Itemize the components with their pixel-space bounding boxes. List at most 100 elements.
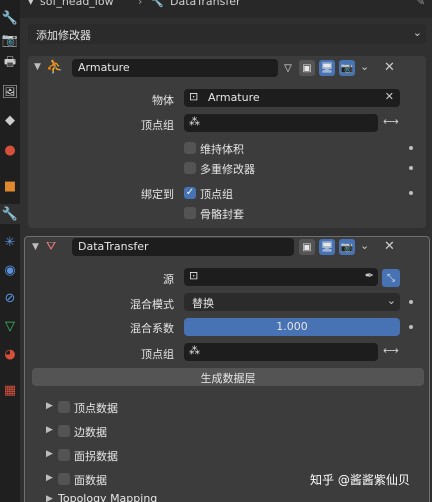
expand-triangle-icon: ▶ (46, 473, 53, 483)
mix-mode-value: 替换 (192, 297, 214, 310)
armature-object-field[interactable]: ⊡ Armature ✕ (184, 89, 400, 107)
keyframe-dot[interactable] (409, 300, 413, 304)
vertex-group-label: 顶点组 (141, 348, 174, 361)
close-icon[interactable]: ✕ (384, 239, 395, 254)
add-modifier-label: 添加修改器 (36, 29, 91, 42)
view-layer-tab-icon[interactable]: 🖼 (0, 82, 20, 102)
viewport-display-icon[interactable]: 🖥 (319, 60, 335, 76)
mix-mode-dropdown[interactable]: 替换 ⌄ (184, 293, 400, 311)
world-tab-icon[interactable]: ● (0, 140, 20, 160)
render-toggle-icon[interactable]: 📷 (339, 60, 355, 76)
keyframe-dot[interactable] (409, 146, 413, 150)
section-label: Topology Mapping (58, 494, 158, 502)
viewport-display-icon[interactable]: 🖥 (319, 239, 335, 255)
scene-tab-icon[interactable]: ◆ (0, 110, 20, 130)
expand-triangle-icon: ▶ (46, 401, 53, 411)
section-label: 面拐数据 (74, 450, 118, 463)
render-tab-icon[interactable]: 📷 (0, 30, 20, 50)
bone-envelopes-label: 骨骼封套 (200, 208, 244, 221)
render-toggle-icon[interactable]: 📷 (339, 239, 355, 255)
constraints-tab-icon[interactable]: ⊘ (0, 288, 20, 308)
watermark: 知乎 @酱酱紫仙贝 (310, 473, 410, 487)
vertex-group-label: 顶点组 (141, 119, 174, 132)
properties-tab-bar: 🔧 📷 🖶 🖼 ◆ ● ■ 🔧 ✳ ◉ ⊘ ▽ ◕ ▦ (0, 0, 20, 502)
breadcrumb-object: sof_head_low (40, 0, 114, 8)
mix-factor-value: 1.000 (276, 320, 308, 333)
source-object-field[interactable]: ⊡ ✒ (184, 268, 378, 286)
breadcrumb-modifier: DataTransfer (170, 0, 241, 8)
keyframe-dot[interactable] (409, 191, 413, 195)
pin-icon[interactable]: ✎ (416, 0, 425, 8)
output-tab-icon[interactable]: 🖶 (0, 54, 20, 74)
section-checkbox[interactable] (58, 449, 70, 461)
generate-data-layers-button[interactable]: 生成数据层 (32, 368, 424, 386)
preserve-volume-label: 维持体积 (200, 143, 244, 156)
bind-to-label: 绑定到 (141, 188, 174, 201)
texture-tab-icon[interactable]: ▦ (0, 380, 20, 400)
vertex-group-icon: ⁂ (189, 115, 200, 128)
tool-tab-icon[interactable]: 🔧 (0, 8, 20, 28)
expand-triangle-icon: ▶ (46, 425, 53, 435)
armature-name-text: Armature (78, 61, 130, 74)
invert-arrows-icon[interactable]: ⟷ (383, 115, 399, 128)
preserve-volume-checkbox[interactable] (184, 142, 196, 154)
modifier-tab-icon[interactable]: 🔧 (0, 204, 20, 224)
breadcrumb: ▾ sof_head_low › 🔧 DataTransfer ✎ (20, 0, 432, 18)
section-topology-mapping[interactable]: ▶ Topology Mapping (44, 494, 424, 502)
multi-modifier-label: 多重修改器 (200, 163, 255, 176)
vertex-edit-icon[interactable]: ▽ (280, 60, 296, 76)
object-data-icon: ⊡ (189, 269, 199, 282)
data-tab-icon[interactable]: ▽ (0, 316, 20, 336)
mix-factor-slider[interactable]: 1.000 (184, 318, 400, 336)
keyframe-dot[interactable] (409, 325, 413, 329)
generate-data-layers-label: 生成数据层 (200, 372, 256, 385)
object-label: 物体 (152, 94, 174, 107)
vertex-group-field[interactable]: ⁂ (184, 114, 378, 132)
mix-mode-label: 混合模式 (130, 298, 174, 311)
edit-mode-toggle-icon[interactable]: ▣ (299, 60, 315, 76)
bone-envelopes-checkbox[interactable] (184, 207, 196, 219)
section-checkbox[interactable] (58, 425, 70, 437)
source-label: 源 (163, 273, 174, 286)
datatransfer-modifier-icon: ⛛ (46, 239, 57, 253)
vertex-groups-checkbox[interactable]: ✓ (184, 187, 196, 199)
keyframe-dot[interactable] (409, 166, 413, 170)
wrench-icon: 🔧 (150, 0, 164, 8)
armature-modifier-icon: ⛹ (46, 59, 64, 75)
section-checkbox[interactable] (58, 473, 70, 485)
invert-arrows-icon[interactable]: ⟷ (383, 344, 399, 357)
chevron-down-icon: ⌄ (386, 294, 396, 307)
vertex-groups-label: 顶点组 (200, 188, 233, 201)
armature-name-field[interactable]: Armature (72, 59, 278, 77)
particles-tab-icon[interactable]: ✳ (0, 232, 20, 252)
material-tab-icon[interactable]: ◕ (0, 344, 20, 364)
section-label: 顶点数据 (74, 402, 118, 415)
clear-icon[interactable]: ✕ (385, 90, 394, 103)
object-transform-icon[interactable]: ⤡ (382, 269, 400, 287)
chevron-down-icon[interactable]: ⌄ (360, 60, 369, 73)
datatransfer-name-field[interactable]: DataTransfer (72, 238, 294, 256)
section-vertex-data[interactable]: ▶ 顶点数据 (44, 399, 424, 415)
add-modifier-dropdown[interactable]: 添加修改器 ⌄ (28, 24, 426, 44)
eyedropper-icon[interactable]: ✒ (365, 269, 374, 282)
mix-factor-label: 混合系数 (130, 322, 174, 335)
armature-object-text: Armature (208, 91, 260, 104)
object-data-icon: ⊡ (189, 90, 199, 103)
multi-modifier-checkbox[interactable] (184, 162, 196, 174)
object-icon: ▾ (28, 0, 34, 8)
section-face-corner-data[interactable]: ▶ 面拐数据 (44, 447, 424, 463)
vertex-group-field[interactable]: ⁂ (184, 343, 378, 361)
physics-tab-icon[interactable]: ◉ (0, 260, 20, 280)
close-icon[interactable]: ✕ (384, 60, 395, 75)
section-edge-data[interactable]: ▶ 边数据 (44, 423, 424, 439)
section-label: 面数据 (74, 474, 107, 487)
edit-mode-toggle-icon[interactable]: ▣ (299, 239, 315, 255)
chevron-down-icon: ⌄ (412, 26, 422, 39)
collapse-triangle-icon[interactable]: ▼ (32, 242, 39, 252)
collapse-triangle-icon[interactable]: ▼ (34, 62, 41, 72)
object-tab-icon[interactable]: ■ (0, 176, 20, 196)
section-checkbox[interactable] (58, 401, 70, 413)
chevron-right-icon: › (138, 0, 143, 8)
section-label: 边数据 (74, 426, 107, 439)
chevron-down-icon[interactable]: ⌄ (360, 239, 369, 252)
